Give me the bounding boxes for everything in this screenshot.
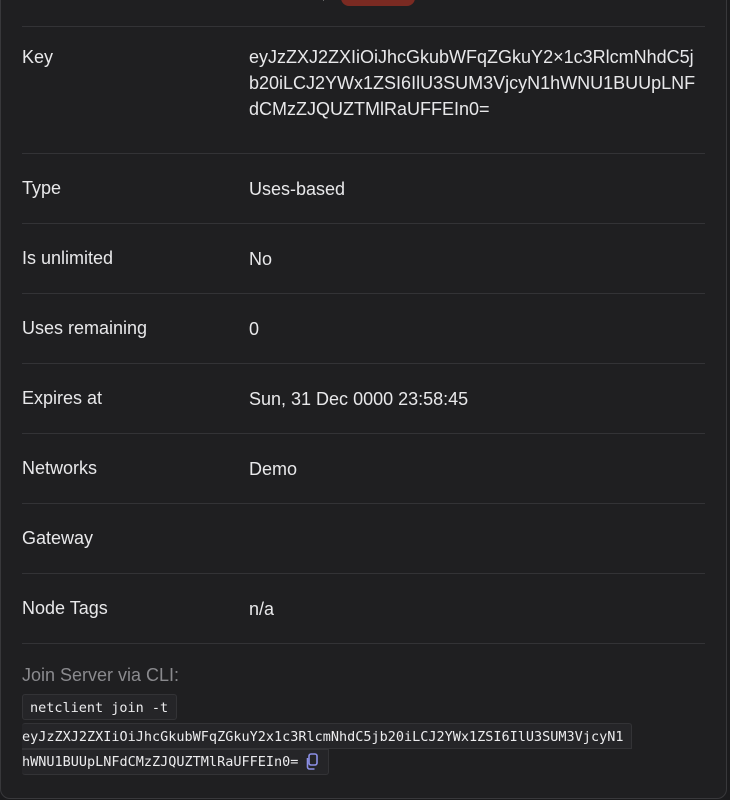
type-value: Uses-based <box>249 178 346 199</box>
cli-command-line-2[interactable]: eyJzZXJ2ZXIiOiJhcGkubWFqZGkuY2x1c3RlcmNh… <box>22 723 633 749</box>
expires-at-value: Sun, 31 Dec 0000 23:58:45 <box>249 388 469 409</box>
cli-command-line-3-text: hWNU1BUUpLNFdCMzZJQUZTMlRaUFFEIn0= <box>22 754 299 770</box>
is-unlimited-label: Is unlimited <box>22 248 114 268</box>
row-node-tags: Node Tags n/a <box>22 574 705 644</box>
gateway-label: Gateway <box>22 528 94 548</box>
row-is-unlimited: Is unlimited No <box>22 224 705 294</box>
cli-command-line-3[interactable]: hWNU1BUUpLNFdCMzZJQUZTMlRaUFFEIn0= <box>22 749 330 775</box>
uses-remaining-value: 0 <box>249 318 260 339</box>
type-label: Type <box>22 178 62 198</box>
enrollment-key-details-panel: Key eyJzZXJ2ZXIiOiJhcGkubWFqZGkuY2×1c3Rl… <box>0 0 727 799</box>
key-label: Key <box>22 47 54 67</box>
key-value: eyJzZXJ2ZXIiOiJhcGkubWFqZGkuY2×1c3RlcmNh… <box>249 47 696 119</box>
row-uses-remaining: Uses remaining 0 <box>22 294 705 364</box>
status-pill[interactable] <box>341 0 415 6</box>
row-type: Type Uses-based <box>22 154 705 224</box>
details-table: Key eyJzZXJ2ZXIiOiJhcGkubWFqZGkuY2×1c3Rl… <box>22 26 705 644</box>
row-key: Key eyJzZXJ2ZXIiOiJhcGkubWFqZGkuY2×1c3Rl… <box>22 26 705 154</box>
row-gateway: Gateway <box>22 504 705 574</box>
uses-remaining-label: Uses remaining <box>22 318 148 338</box>
node-tags-label: Node Tags <box>22 598 108 618</box>
row-networks: Networks Demo <box>22 434 705 504</box>
cli-join-section: Join Server via CLI: netclient join -t e… <box>22 664 712 775</box>
copy-icon[interactable] <box>304 753 320 771</box>
cli-title: Join Server via CLI: <box>22 665 180 685</box>
top-divider-tick <box>319 0 324 1</box>
node-tags-value: n/a <box>249 598 275 619</box>
cli-command-line-1[interactable]: netclient join -t <box>22 694 178 720</box>
networks-label: Networks <box>22 458 98 478</box>
is-unlimited-value: No <box>249 248 273 269</box>
expires-at-label: Expires at <box>22 388 103 408</box>
networks-value: Demo <box>249 458 298 479</box>
cli-command-block[interactable]: netclient join -t eyJzZXJ2ZXIiOiJhcGkubW… <box>22 694 712 775</box>
row-expires-at: Expires at Sun, 31 Dec 0000 23:58:45 <box>22 364 705 434</box>
